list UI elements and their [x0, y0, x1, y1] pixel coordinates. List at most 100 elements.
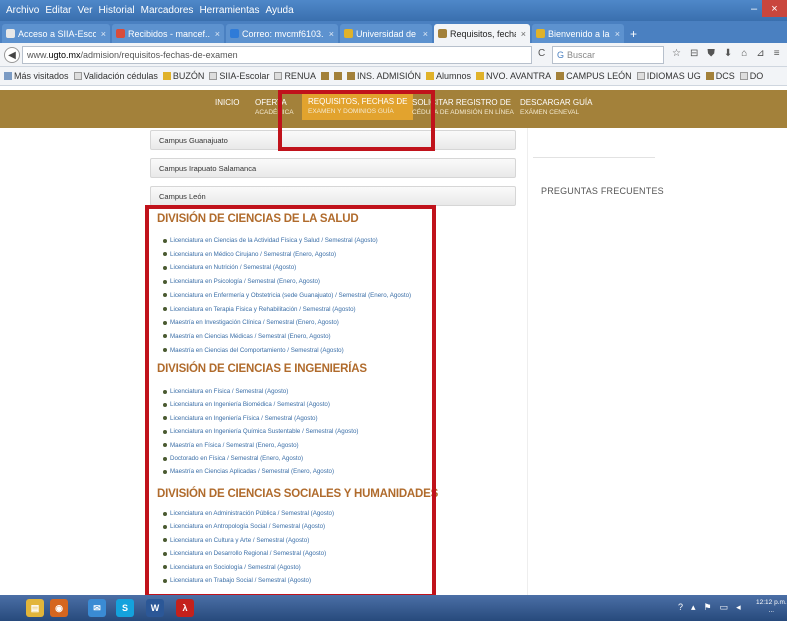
- tab-favicon-icon: [116, 29, 125, 38]
- menu-item[interactable]: Editar: [45, 5, 71, 16]
- bookmark-icon: [320, 72, 329, 80]
- tab-close-icon[interactable]: ×: [615, 29, 620, 39]
- skype-icon[interactable]: S: [116, 599, 134, 617]
- tab-close-icon[interactable]: ×: [521, 29, 526, 39]
- tab[interactable]: Bienvenido a la Dir... ×: [532, 24, 624, 43]
- bookmark-icon: [705, 72, 714, 80]
- pocket-icon[interactable]: ⛊: [707, 48, 715, 59]
- bookmark-icon: [425, 72, 434, 80]
- reload-icon[interactable]: C: [538, 48, 545, 59]
- menu-item[interactable]: Marcadores: [141, 5, 194, 16]
- menu-item[interactable]: Herramientas: [199, 5, 259, 16]
- clock: 12:12 p.m. ...: [756, 599, 787, 615]
- bookmark-item[interactable]: CAMPUS LEÓN: [556, 71, 632, 81]
- tab[interactable]: Correo: mvcmf6103... ×: [226, 24, 338, 43]
- reading-list-icon[interactable]: ⊟: [690, 48, 698, 59]
- page-icon: [209, 72, 218, 80]
- url-bar[interactable]: www. ugto.mx/admision/requisitos-fechas-d…: [22, 46, 532, 64]
- search-placeholder: Buscar: [567, 50, 596, 60]
- menu-item[interactable]: Archivo: [6, 5, 39, 16]
- download-icon[interactable]: ⬇: [724, 48, 732, 59]
- page-icon: [636, 72, 645, 80]
- mail-icon[interactable]: ✉: [88, 599, 106, 617]
- bookmark-item[interactable]: SIIA-Escolar: [209, 71, 269, 81]
- bookmark-item[interactable]: Validación cédulas: [73, 71, 158, 81]
- site-nav-item[interactable]: INICIO: [215, 98, 239, 108]
- bookmark-label: NVO. AVANTRA: [485, 71, 552, 81]
- page-icon: [73, 72, 82, 80]
- bookmark-label: INS. ADMISIÓN: [356, 71, 421, 81]
- bookmark-star-icon[interactable]: ☆: [672, 48, 681, 59]
- bookmark-label: RENUA: [284, 71, 316, 81]
- bookmark-icon: [556, 72, 565, 80]
- minimize-button[interactable]: –: [747, 0, 761, 17]
- bookmark-item[interactable]: RENUA: [274, 71, 316, 81]
- bookmark-label: Más visitados: [14, 71, 69, 81]
- campus-leon-accordion[interactable]: Campus León: [150, 186, 516, 206]
- menu-item[interactable]: Ver: [77, 5, 92, 16]
- bookmark-item[interactable]: BUZÓN: [162, 71, 204, 81]
- bookmark-icon: [346, 72, 355, 80]
- bookmark-label: DCS: [715, 71, 735, 81]
- bookmark-item[interactable]: IDIOMAS UG: [636, 71, 701, 81]
- url-domain: ugto.mx: [48, 50, 81, 60]
- bookmark-item[interactable]: NVO. AVANTRA: [475, 71, 552, 81]
- help-icon[interactable]: ?: [678, 602, 683, 613]
- tab-close-icon[interactable]: ×: [101, 29, 106, 39]
- divider: [533, 157, 655, 158]
- bookmark-label: SIIA-Escolar: [219, 71, 270, 81]
- back-button[interactable]: ◀: [4, 47, 20, 63]
- tab-close-icon[interactable]: ×: [215, 29, 220, 39]
- bookmark-item[interactable]: Más visitados: [4, 71, 69, 81]
- home-icon[interactable]: ⌂: [741, 48, 747, 59]
- bookmark-item[interactable]: INS. ADMISIÓN: [346, 71, 421, 81]
- bookmark-label: Validación cédulas: [83, 71, 158, 81]
- url-prefix: www.: [27, 50, 49, 60]
- tab[interactable]: Universidad de Gu... ×: [340, 24, 432, 43]
- tab-favicon-icon: [230, 29, 239, 38]
- clock-date: ...: [768, 607, 775, 614]
- taskbar: ▤ ◉ ✉ S Wλ ? ▴ ⚑ ▭ ◂ 12:12 p.m. ...: [0, 595, 787, 621]
- menu-icon[interactable]: ≡: [774, 48, 780, 59]
- tab[interactable]: Acceso a SIIA-Escolar ×: [2, 24, 110, 43]
- bookmark-item[interactable]: [333, 72, 342, 80]
- show-hidden-icon[interactable]: ▴: [691, 602, 696, 613]
- file-explorer-icon[interactable]: ▤: [26, 599, 44, 617]
- column-divider: [527, 128, 528, 598]
- site-nav-item[interactable]: DESCARGAR GUÍA EXÁMEN CENEVAL: [520, 98, 592, 118]
- share-icon[interactable]: ⊿: [756, 48, 764, 59]
- tab-favicon-icon: [438, 29, 447, 38]
- search-icon: G: [557, 50, 565, 60]
- firefox-icon[interactable]: ◉: [50, 599, 68, 617]
- search-input[interactable]: G Buscar: [552, 46, 664, 64]
- tab-close-icon[interactable]: ×: [423, 29, 428, 39]
- bookmark-item[interactable]: DCS: [705, 71, 735, 81]
- tab[interactable]: Recibidos - mancef... ×: [112, 24, 224, 43]
- volume-icon[interactable]: ◂: [736, 602, 741, 613]
- faq-link[interactable]: PREGUNTAS FRECUENTES: [541, 186, 664, 196]
- bookmark-item[interactable]: [320, 72, 329, 80]
- new-tab-button[interactable]: +: [626, 24, 641, 43]
- bookmark-item[interactable]: DO: [739, 71, 763, 81]
- bookmark-label: CAMPUS LEÓN: [566, 71, 632, 81]
- bookmark-label: Alumnos: [435, 71, 471, 81]
- clock-time: 12:12 p.m.: [756, 599, 787, 606]
- tab[interactable]: Requisitos, fechas de ×: [434, 24, 530, 43]
- toolbar-icons: ☆ ⊟ ⛊ ⬇ ⌂ ⊿ ≡: [672, 48, 780, 59]
- bookmark-label: IDIOMAS UG: [646, 71, 701, 81]
- menu-item[interactable]: Ayuda: [265, 5, 293, 16]
- tab-close-icon[interactable]: ×: [329, 29, 334, 39]
- close-window-button[interactable]: ×: [762, 0, 787, 17]
- menu-bar: Archivo Editar Ver Historial Marcadores Herra…: [0, 0, 787, 21]
- battery-icon[interactable]: ▭: [720, 602, 729, 613]
- acrobat-icon[interactable]: λ: [176, 599, 194, 617]
- bookmarks-bar: Más visitados Validación cédulas BUZÓN SIIA…: [0, 67, 787, 86]
- bookmark-icon: [475, 72, 484, 80]
- campus-irapuato-salamanca-accordion[interactable]: Campus Irapuato Salamanca: [150, 158, 516, 178]
- menu-item[interactable]: Historial: [99, 5, 135, 16]
- flag-icon[interactable]: ⚑: [704, 602, 712, 613]
- tab-label: Requisitos, fechas de: [450, 28, 516, 39]
- bookmark-item[interactable]: Alumnos: [425, 71, 471, 81]
- tab-strip: Acceso a SIIA-Escolar×Recibidos - mancef…: [0, 21, 787, 43]
- word-icon[interactable]: W: [146, 599, 164, 617]
